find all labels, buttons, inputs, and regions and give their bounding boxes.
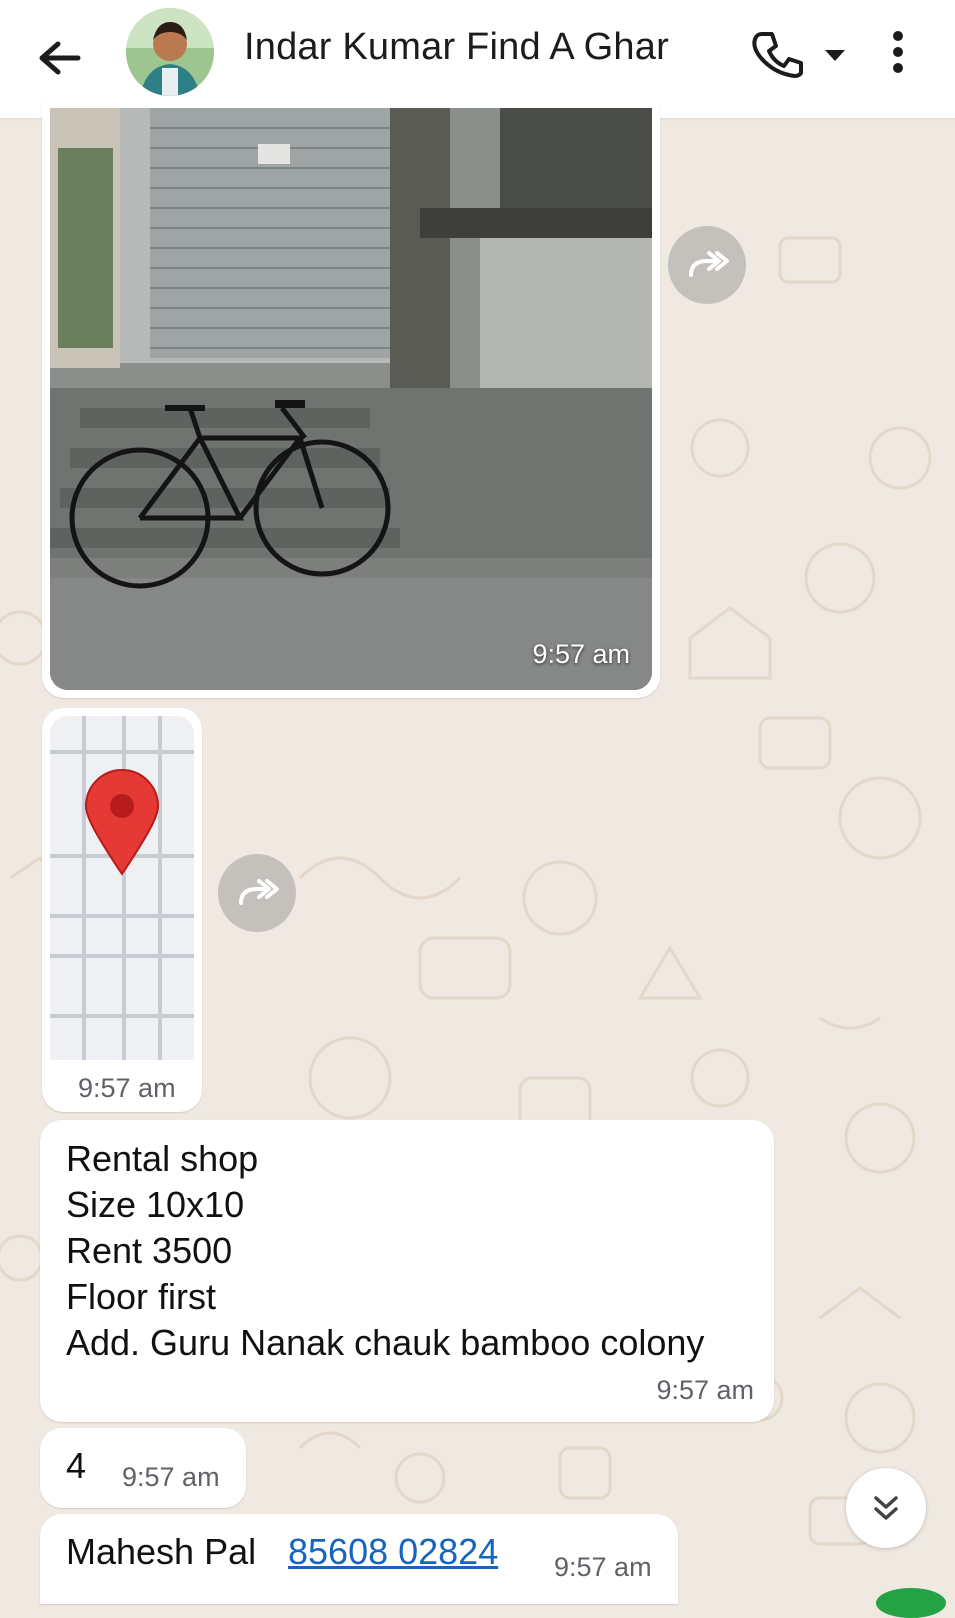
listing-line: Rent 3500	[66, 1230, 233, 1271]
contact-name-title[interactable]: Indar Kumar Find A Ghar	[244, 26, 669, 69]
listing-line: Add. Guru Nanak chauk bamboo colony	[66, 1322, 705, 1363]
location-timestamp: 9:57 am	[78, 1073, 176, 1103]
location-message[interactable]: 9:57 am	[42, 708, 202, 1112]
contact-avatar[interactable]	[126, 8, 214, 96]
back-arrow-icon[interactable]	[32, 30, 88, 86]
listing-timestamp: 9:57 am	[656, 1375, 754, 1405]
forward-icon	[689, 251, 729, 277]
forward-location-button[interactable]	[218, 854, 296, 932]
shop-photo[interactable]: 9:57 am	[50, 108, 652, 690]
number-message[interactable]: 4 9:57 am	[40, 1428, 246, 1508]
phone-number-link[interactable]: 85608 02824	[288, 1531, 498, 1573]
photo-message[interactable]: 9:57 am	[42, 100, 660, 698]
number-text: 4	[66, 1445, 87, 1486]
contact-timestamp: 9:57 am	[554, 1552, 652, 1582]
forward-photo-button[interactable]	[668, 226, 746, 304]
more-options-icon[interactable]	[878, 24, 918, 84]
contact-person-name: Mahesh Pal	[66, 1531, 257, 1572]
number-timestamp: 9:57 am	[122, 1462, 220, 1492]
listing-line: Floor first	[66, 1276, 217, 1317]
listing-line: Rental shop	[66, 1138, 259, 1179]
listing-text-message[interactable]: Rental shop Size 10x10 Rent 3500 Floor f…	[40, 1120, 774, 1422]
new-chat-fab-edge[interactable]	[876, 1588, 946, 1618]
location-map-preview[interactable]	[50, 716, 194, 1060]
phone-call-icon[interactable]	[748, 26, 804, 82]
listing-text: Rental shop Size 10x10 Rent 3500 Floor f…	[66, 1136, 704, 1366]
scroll-to-bottom-button[interactable]	[846, 1468, 926, 1548]
forward-icon	[239, 879, 279, 905]
photo-timestamp: 9:57 am	[532, 639, 630, 669]
listing-line: Size 10x10	[66, 1184, 245, 1225]
double-chevron-down-icon	[874, 1496, 898, 1520]
contact-message[interactable]: Mahesh Pal 85608 02824 9:57 am	[40, 1514, 678, 1604]
call-options-caret-icon[interactable]	[818, 38, 852, 72]
